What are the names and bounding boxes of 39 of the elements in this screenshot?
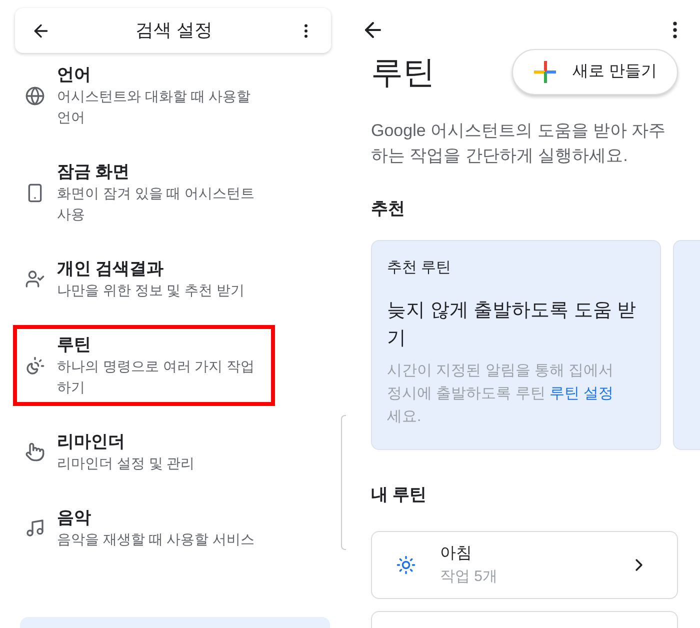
new-routine-button[interactable]: 새로 만들기 <box>512 49 678 95</box>
person-check-icon <box>25 269 45 289</box>
section-heading: 추천 <box>371 198 406 220</box>
routine-count: 작업 5개 <box>440 566 499 587</box>
music-note-icon <box>25 518 45 538</box>
section-heading: 내 루틴 <box>371 484 428 506</box>
item-title: 언어 <box>57 64 92 86</box>
screen-title: 검색 설정 <box>134 19 214 42</box>
item-title: 루틴 <box>57 334 92 356</box>
settings-item[interactable]: 리마인더 리마인더 설정 및 관리 <box>13 422 275 482</box>
routine-row[interactable]: 아침 작업 5개 <box>371 531 678 599</box>
settings-item[interactable]: 음악 음악을 재생할 때 사용할 서비스 <box>13 498 275 558</box>
item-title: 잠금 화면 <box>57 161 131 183</box>
settings-item[interactable]: 루틴 하나의 명령으로 여러 가지 작업하기 <box>13 325 275 406</box>
routine-name: 아침 <box>440 544 473 564</box>
sun-icon <box>396 555 416 575</box>
pointing-hand-icon <box>25 442 45 462</box>
globe-icon <box>25 86 45 106</box>
intro-text: Google 어시스턴트의 도움을 받아 자주 하는 작업을 간단하게 실행하세요. <box>371 120 667 167</box>
item-title: 음악 <box>57 507 92 529</box>
card-description: 시간이 지정된 알림을 통해 집에서 정시에 출발하도록 루틴 루틴 설정 세요. <box>387 361 615 427</box>
item-title: 개인 검색결과 <box>57 258 165 280</box>
card-title: 늦지 않게 출발하도록 도움 받기 <box>387 299 638 351</box>
card-label: 추천 루틴 <box>387 258 452 278</box>
setup-link[interactable]: 루틴 설정 <box>550 385 614 402</box>
item-description: 리마인더 설정 및 관리 <box>57 454 195 473</box>
recommendation-card[interactable]: 추천 루틴 늦지 않게 출발하도록 도움 받기 시간이 지정된 알림을 통해 집에서 정시에 출발하도록 루틴 루틴 설정 세요. <box>371 240 661 450</box>
item-description: 하나의 명령으로 여러 가지 작업하기 <box>57 357 256 397</box>
settings-item[interactable]: 개인 검색결과 나만을 위한 정보 및 추천 받기 <box>13 249 275 309</box>
settings-item[interactable]: 언어 어시스턴트와 대화할 때 사용할 언어 <box>13 55 275 136</box>
settings-item[interactable]: 잠금 화면 화면이 잠겨 있을 때 어시스턴트 사용 <box>13 152 275 233</box>
plus-icon <box>532 60 557 84</box>
item-description: 어시스턴트와 대화할 때 사용할 언어 <box>57 87 252 127</box>
page-title: 루틴 <box>371 53 435 92</box>
item-title: 리마인더 <box>57 431 126 453</box>
item-description: 나만을 위한 정보 및 추천 받기 <box>57 281 244 300</box>
item-description: 음악을 재생할 때 사용할 서비스 <box>57 530 255 549</box>
item-description: 화면이 잠겨 있을 때 어시스턴트 사용 <box>57 184 256 224</box>
sun-moon-icon <box>25 356 45 376</box>
